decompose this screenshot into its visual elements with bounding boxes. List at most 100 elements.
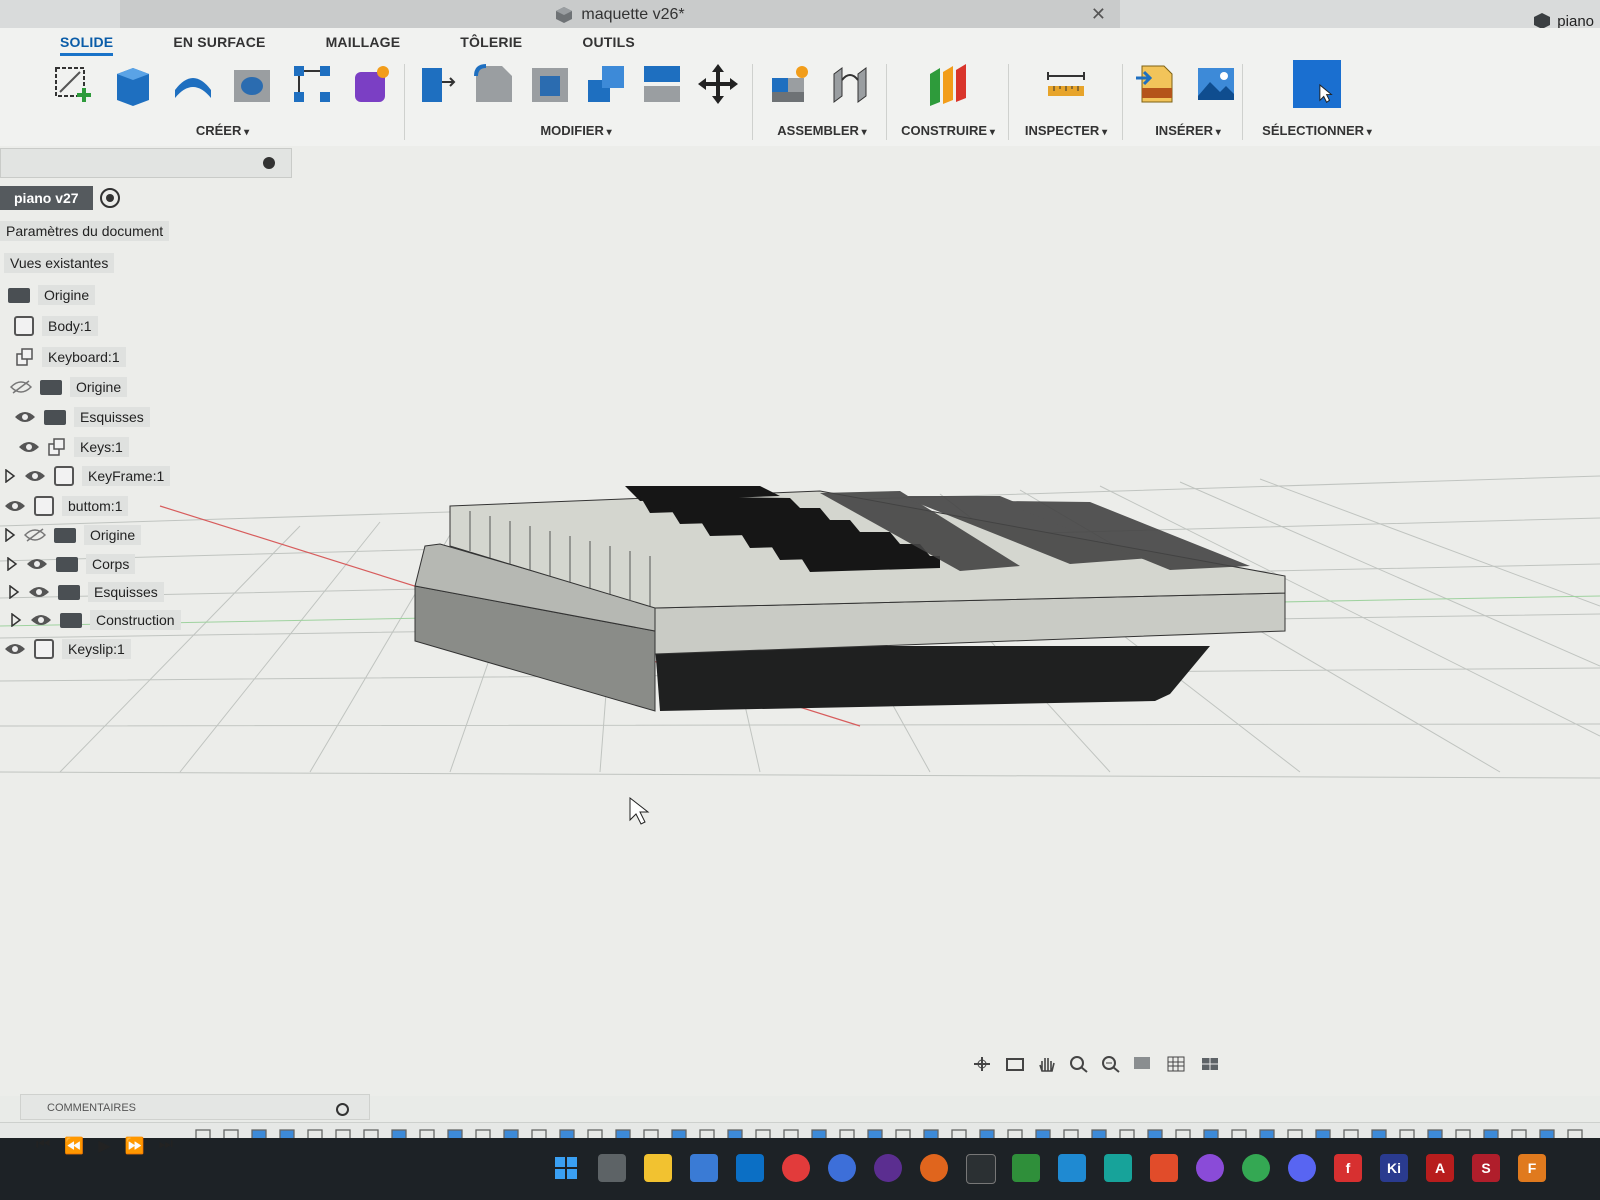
tab-tolerie[interactable]: TÔLERIE <box>460 30 522 56</box>
browser-root-item[interactable]: piano v27 <box>0 186 93 210</box>
group-label-assembler[interactable]: ASSEMBLER <box>766 123 878 138</box>
flash-app-icon[interactable]: f <box>1334 1154 1362 1182</box>
create-sketch-button[interactable] <box>50 60 98 108</box>
tree-item-construction[interactable]: Construction <box>10 607 181 633</box>
task-view-icon[interactable] <box>598 1154 626 1182</box>
group-label-selectionner[interactable]: SÉLECTIONNER <box>1252 123 1382 138</box>
next-step-icon[interactable]: ⏩ <box>125 1136 145 1156</box>
collapse-dot-icon[interactable] <box>263 157 275 169</box>
viewports-icon[interactable] <box>1200 1055 1224 1073</box>
3d-viewport[interactable] <box>0 146 1600 1096</box>
select-button[interactable] <box>1293 60 1341 108</box>
eye-hidden-icon[interactable] <box>24 528 46 542</box>
windows-start-icon[interactable] <box>552 1154 580 1182</box>
tab-outils[interactable]: OUTILS <box>582 30 635 56</box>
fillet-button[interactable] <box>472 60 516 108</box>
expand-arrow-icon[interactable] <box>4 469 16 483</box>
eye-icon[interactable] <box>14 410 36 424</box>
shell-button[interactable] <box>528 60 572 108</box>
eye-icon[interactable] <box>4 642 26 656</box>
expand-arrow-icon[interactable] <box>10 613 22 627</box>
arduino-icon[interactable] <box>1104 1154 1132 1182</box>
grid-settings-icon[interactable] <box>1166 1055 1190 1073</box>
eye-icon[interactable] <box>18 440 40 454</box>
tab-solide[interactable]: SOLIDE <box>60 30 114 56</box>
comments-toggle-icon[interactable] <box>336 1103 349 1116</box>
app-red-icon[interactable] <box>782 1154 810 1182</box>
tree-item-named-views[interactable]: Vues existantes <box>4 250 115 276</box>
firefox-icon[interactable] <box>920 1154 948 1182</box>
fusion-icon[interactable]: F <box>1518 1154 1546 1182</box>
github-icon[interactable] <box>1196 1154 1224 1182</box>
edge-icon[interactable] <box>828 1154 856 1182</box>
joint-button[interactable] <box>826 60 874 108</box>
tree-item-bodies[interactable]: Corps <box>6 551 136 577</box>
group-label-inspecter[interactable]: INSPECTER <box>1018 123 1114 138</box>
pattern-button[interactable] <box>288 60 336 108</box>
eye-icon[interactable] <box>26 557 48 571</box>
display-settings-icon[interactable] <box>1132 1055 1156 1073</box>
zoom-icon[interactable] <box>1068 1055 1090 1073</box>
tab-en-surface[interactable]: EN SURFACE <box>173 30 265 56</box>
tree-item-origin[interactable]: Origine <box>8 282 96 308</box>
eye-icon[interactable] <box>30 613 52 627</box>
browser-header-bar[interactable] <box>0 148 292 178</box>
tree-item-keyboard-origin[interactable]: Origine <box>10 374 128 400</box>
extrude-button[interactable] <box>110 60 158 108</box>
create-form-button[interactable] <box>348 60 396 108</box>
outlook-icon[interactable] <box>736 1154 764 1182</box>
file-explorer-icon[interactable] <box>644 1154 672 1182</box>
kicad-icon[interactable]: Ki <box>1380 1154 1408 1182</box>
eye-icon[interactable] <box>4 499 26 513</box>
previous-step-icon[interactable]: ⏪ <box>64 1136 84 1156</box>
close-tab-button[interactable]: ✕ <box>1091 4 1106 25</box>
expand-arrow-icon[interactable] <box>8 585 20 599</box>
discord-icon[interactable] <box>1288 1154 1316 1182</box>
eye-icon[interactable] <box>24 469 46 483</box>
activate-radio-icon[interactable] <box>100 188 120 208</box>
group-label-creer[interactable]: CRÉER <box>50 123 395 138</box>
insert-canvas-button[interactable] <box>1192 60 1240 108</box>
combine-button[interactable] <box>584 60 628 108</box>
orbit-icon[interactable] <box>970 1055 994 1073</box>
zoom-fit-icon[interactable] <box>1100 1055 1122 1073</box>
play-icon[interactable]: ▶ <box>98 1136 110 1156</box>
offset-plane-button[interactable] <box>924 60 972 108</box>
eye-hidden-icon[interactable] <box>10 380 32 394</box>
tree-item-document-settings[interactable]: Paramètres du document <box>0 218 170 244</box>
tree-item-buttom-origin[interactable]: Origine <box>4 522 142 548</box>
tree-item-body[interactable]: Body:1 <box>14 313 98 339</box>
group-label-inserer[interactable]: INSÉRER <box>1132 123 1244 138</box>
eye-icon[interactable] <box>28 585 50 599</box>
expand-arrow-icon[interactable] <box>4 528 16 542</box>
sweep-button[interactable] <box>229 60 277 108</box>
tree-item-buttom-sketches[interactable]: Esquisses <box>8 579 164 605</box>
move-copy-button[interactable] <box>696 60 740 108</box>
app-green-icon[interactable] <box>1012 1154 1040 1182</box>
terminal-icon[interactable] <box>966 1154 996 1184</box>
tree-item-sketches[interactable]: Esquisses <box>14 404 150 430</box>
mail-icon[interactable] <box>690 1154 718 1182</box>
tree-item-buttom[interactable]: buttom:1 <box>4 493 129 519</box>
press-pull-button[interactable] <box>416 60 460 108</box>
office-icon[interactable] <box>1150 1154 1178 1182</box>
tree-item-keys[interactable]: Keys:1 <box>18 434 129 460</box>
expand-arrow-icon[interactable] <box>6 557 18 571</box>
tree-item-keyframe[interactable]: KeyFrame:1 <box>4 463 171 489</box>
siv-icon[interactable]: S <box>1472 1154 1500 1182</box>
split-body-button[interactable] <box>640 60 684 108</box>
vscode-icon[interactable] <box>1058 1154 1086 1182</box>
group-label-modifier[interactable]: MODIFIER <box>416 123 736 138</box>
tree-item-keyboard[interactable]: Keyboard:1 <box>16 344 126 370</box>
comments-panel[interactable]: COMMENTAIRES <box>20 1094 370 1120</box>
tab-maillage[interactable]: MAILLAGE <box>326 30 401 56</box>
document-tab[interactable]: maquette v26* ✕ <box>120 0 1120 31</box>
pan-hand-icon[interactable] <box>1036 1055 1058 1073</box>
chrome-icon[interactable] <box>1242 1154 1270 1182</box>
acrobat-icon[interactable]: A <box>1426 1154 1454 1182</box>
group-label-construire[interactable]: CONSTRUIRE <box>896 123 1000 138</box>
look-at-icon[interactable] <box>1004 1055 1026 1073</box>
first-frame-icon[interactable]: ⏮ <box>36 1136 50 1156</box>
insert-svg-button[interactable] <box>1132 60 1180 108</box>
revolve-button[interactable] <box>169 60 217 108</box>
